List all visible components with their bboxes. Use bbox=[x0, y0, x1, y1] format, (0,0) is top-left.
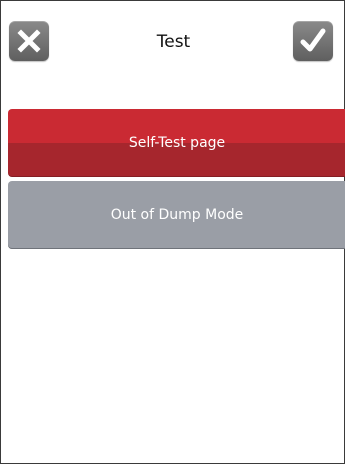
close-icon bbox=[17, 29, 41, 53]
menu-item-out-of-dump-mode[interactable]: Out of Dump Mode bbox=[8, 181, 345, 249]
checkmark-icon bbox=[300, 28, 326, 52]
page-title: Test bbox=[156, 32, 191, 52]
screen-frame: Test Self-Test page Out of Dump Mode bbox=[0, 0, 345, 464]
menu-item-label: Self-Test page bbox=[128, 135, 226, 151]
confirm-button[interactable] bbox=[293, 21, 333, 61]
test-menu: Self-Test page Out of Dump Mode bbox=[8, 109, 345, 253]
cancel-button[interactable] bbox=[9, 21, 49, 61]
menu-item-label: Out of Dump Mode bbox=[110, 207, 244, 223]
menu-item-self-test-page[interactable]: Self-Test page bbox=[8, 109, 345, 177]
